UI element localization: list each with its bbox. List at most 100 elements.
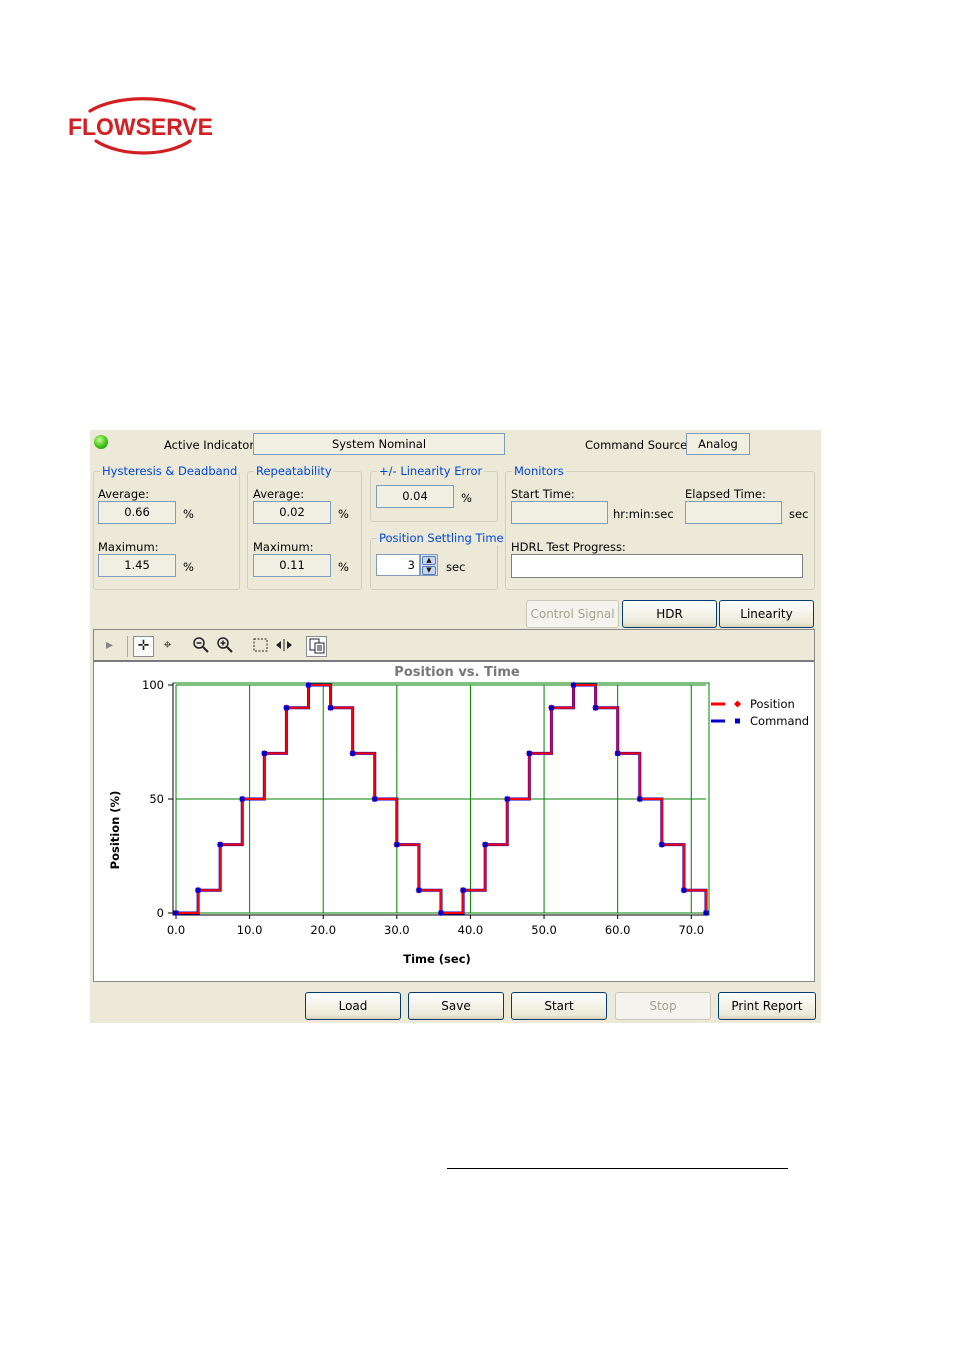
x-tick-label: 60.0: [605, 923, 631, 937]
repeatability-average-unit: %: [338, 507, 349, 521]
green-led-icon: [94, 435, 108, 449]
hysteresis-maximum-field: 1.45: [98, 554, 176, 577]
load-button[interactable]: Load: [305, 992, 401, 1020]
start-time-field: [511, 501, 608, 524]
zoom-out-icon[interactable]: [190, 636, 211, 657]
chart-title: Position vs. Time: [394, 665, 520, 680]
command-point: [261, 750, 267, 756]
cursor-icon[interactable]: [273, 636, 294, 657]
monitors-title: Monitors: [512, 464, 566, 478]
command-point: [548, 705, 554, 711]
elapsed-time-label: Elapsed Time:: [685, 487, 766, 501]
hysteresis-maximum-unit: %: [183, 560, 194, 574]
play-icon[interactable]: ▸: [99, 636, 120, 657]
x-tick-label: 10.0: [237, 923, 263, 937]
command-point: [239, 796, 245, 802]
settling-time-unit: sec: [446, 560, 466, 574]
command-point: [482, 842, 488, 848]
zoom-in-icon[interactable]: [214, 636, 235, 657]
command-point: [372, 796, 378, 802]
pan-icon[interactable]: ✛: [133, 636, 154, 657]
position-vs-time-chart: Position vs. Time Time (sec) Position (%…: [108, 665, 809, 966]
svg-text:FLOWSERVE: FLOWSERVE: [68, 114, 213, 141]
linearity-error-unit: %: [461, 491, 472, 505]
x-tick-label: 40.0: [458, 923, 484, 937]
zoom-area-icon[interactable]: ⌖: [157, 636, 178, 657]
test-progress-label: HDRL Test Progress:: [511, 540, 626, 554]
x-tick-label: 30.0: [384, 923, 410, 937]
settling-time-input[interactable]: 3: [376, 554, 420, 576]
y-tick-label: 50: [149, 792, 164, 806]
x-tick-label: 50.0: [531, 923, 557, 937]
command-source-label: Command Source:: [585, 438, 692, 452]
command-point: [350, 750, 356, 756]
hysteresis-maximum-label: Maximum:: [98, 540, 159, 554]
active-indicator-label: Active Indicator:: [164, 438, 258, 452]
legend-label-command: Command: [750, 714, 809, 728]
stop-button[interactable]: Stop: [615, 992, 711, 1020]
command-point: [659, 842, 665, 848]
graph-panel: ▸ ✛ ⌖ Position vs. Time Time (sec) Posit…: [93, 629, 815, 982]
command-point: [394, 842, 400, 848]
command-point: [526, 750, 532, 756]
legend-marker-position: [733, 700, 742, 708]
command-point: [283, 705, 289, 711]
command-point: [438, 910, 444, 916]
settling-time-spinner[interactable]: ▲ ▼: [420, 554, 438, 576]
hysteresis-average-label: Average:: [98, 487, 150, 501]
y-tick-label: 0: [157, 906, 164, 920]
hysteresis-average-unit: %: [183, 507, 194, 521]
tab-hdr[interactable]: HDR: [622, 600, 717, 628]
repeatability-maximum-label: Maximum:: [253, 540, 314, 554]
x-tick-label: 0.0: [167, 923, 185, 937]
y-axis-label: Position (%): [108, 791, 122, 870]
command-point: [681, 887, 687, 893]
linearity-error-field: 0.04: [376, 485, 454, 508]
command-point: [637, 796, 643, 802]
command-point: [615, 750, 621, 756]
command-point: [306, 682, 311, 688]
tab-control-signal[interactable]: Control Signal: [526, 600, 619, 628]
active-indicator-field: System Nominal: [253, 433, 505, 455]
command-point: [593, 705, 599, 711]
select-box-icon[interactable]: [250, 636, 271, 657]
start-time-unit: hr:min:sec: [613, 507, 674, 521]
command-point: [416, 887, 422, 893]
test-progress-bar: [511, 554, 803, 578]
graph-toolbar: ▸ ✛ ⌖: [94, 630, 814, 662]
tab-linearity[interactable]: Linearity: [719, 600, 814, 628]
command-point: [195, 887, 201, 893]
legend-label-position: Position: [750, 697, 795, 711]
settling-time-title: Position Settling Time: [377, 531, 506, 545]
command-point: [217, 842, 223, 848]
repeatability-title: Repeatability: [254, 464, 334, 478]
elapsed-time-field: [685, 501, 782, 524]
hysteresis-title: Hysteresis & Deadband: [100, 464, 240, 478]
copy-icon[interactable]: [306, 636, 327, 657]
repeatability-maximum-field: 0.11: [253, 554, 331, 577]
toolbar-divider: [127, 636, 128, 657]
y-tick-label: 100: [142, 678, 164, 692]
hdrl-test-window: Active Indicator: System Nominal Command…: [90, 430, 821, 1023]
command-point: [504, 796, 510, 802]
command-point: [703, 910, 709, 916]
command-point: [328, 705, 334, 711]
elapsed-time-unit: sec: [789, 507, 809, 521]
spinner-up-icon[interactable]: ▲: [422, 556, 436, 565]
spinner-down-icon[interactable]: ▼: [422, 566, 436, 575]
repeatability-average-field: 0.02: [253, 501, 331, 524]
hysteresis-average-field: 0.66: [98, 501, 176, 524]
command-point: [571, 682, 576, 688]
repeatability-average-label: Average:: [253, 487, 305, 501]
save-button[interactable]: Save: [408, 992, 504, 1020]
start-time-label: Start Time:: [511, 487, 575, 501]
start-button[interactable]: Start: [511, 992, 607, 1020]
flowserve-logo: FLOWSERVE: [66, 97, 218, 157]
command-point: [173, 910, 179, 916]
command-source-field: Analog: [686, 433, 750, 455]
x-tick-label: 20.0: [310, 923, 336, 937]
linearity-error-title: +/- Linearity Error: [377, 464, 485, 478]
x-tick-label: 70.0: [678, 923, 704, 937]
legend-marker-command: [735, 718, 740, 724]
print-report-button[interactable]: Print Report: [718, 992, 816, 1020]
